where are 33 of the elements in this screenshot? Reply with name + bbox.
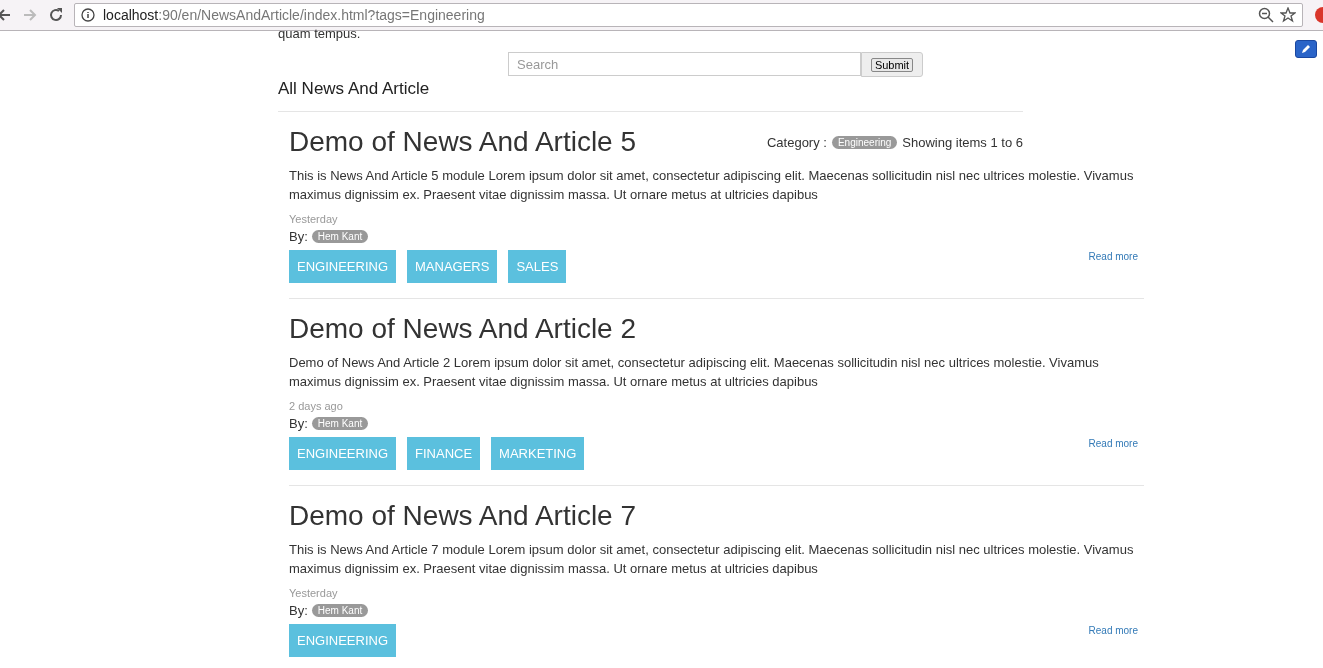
submit-button[interactable]: Submit (870, 57, 914, 72)
author-badge: Hem Kant (311, 604, 369, 617)
reload-icon[interactable] (48, 7, 64, 23)
article-summary: This is News And Article 5 module Lorem ipsum dolor sit amet, consectetur adipiscing elit. Maecenas sollicitudin nisl nec ultrices molestie. Vivamus maximus dignissim ex. Praesent vitae dignissim massa. Ut ornare metus at ultricies dapibus (289, 167, 1135, 204)
article-date: Yesterday (289, 586, 339, 600)
by-label: By: (289, 229, 308, 244)
article-summary: Demo of News And Article 2 Lorem ipsum dolor sit amet, consectetur adipiscing elit. Maecenas sollicitudin nisl nec ultrices molestie. Vivamus maximus dignissim ex. Praesent vitae dignissim massa. Ut ornare metus at ultricies dapibus (289, 354, 1100, 391)
items-count: Showing items 1 to 6 (902, 134, 1023, 150)
page-heading: All News And Article (278, 77, 1023, 112)
by-label: By: (289, 603, 308, 618)
info-icon[interactable] (81, 8, 95, 22)
address-bar[interactable]: localhost:90/en/NewsAndArticle/index.html?tags=Engineering (74, 3, 1303, 27)
url-text: localhost:90/en/NewsAndArticle/index.html?tags=Engineering (103, 7, 485, 23)
article-summary: This is News And Article 7 module Lorem ipsum dolor sit amet, consectetur adipiscing elit. Maecenas sollicitudin nisl nec ultrices molestie. Vivamus maximus dignissim ex. Praesent vitae dignissim massa. Ut ornare metus at ultricies dapibus (289, 541, 1135, 578)
edit-button[interactable] (1295, 40, 1317, 58)
author-badge: Hem Kant (311, 230, 369, 243)
search-field[interactable]: Search (508, 52, 861, 76)
article-date: 2 days ago (289, 399, 344, 413)
category-badge: Engineering (831, 135, 898, 149)
article-title[interactable]: Demo of News And Article 7 (289, 500, 637, 532)
read-more-link[interactable]: Read more (1088, 438, 1138, 449)
category-label: Category : (766, 134, 827, 150)
article-date: Yesterday (289, 212, 339, 226)
zoom-out-icon[interactable] (1258, 7, 1274, 23)
read-more-link[interactable]: Read more (1088, 625, 1138, 636)
author-badge: Hem Kant (311, 417, 369, 430)
star-icon[interactable] (1280, 7, 1296, 23)
by-label: By: (289, 416, 308, 431)
article-title[interactable]: Demo of News And Article 2 (289, 313, 637, 345)
back-icon[interactable] (0, 7, 12, 23)
pencil-icon (1300, 43, 1312, 55)
article-title[interactable]: Demo of News And Article 5 (289, 126, 637, 158)
read-more-link[interactable]: Read more (1088, 251, 1138, 262)
